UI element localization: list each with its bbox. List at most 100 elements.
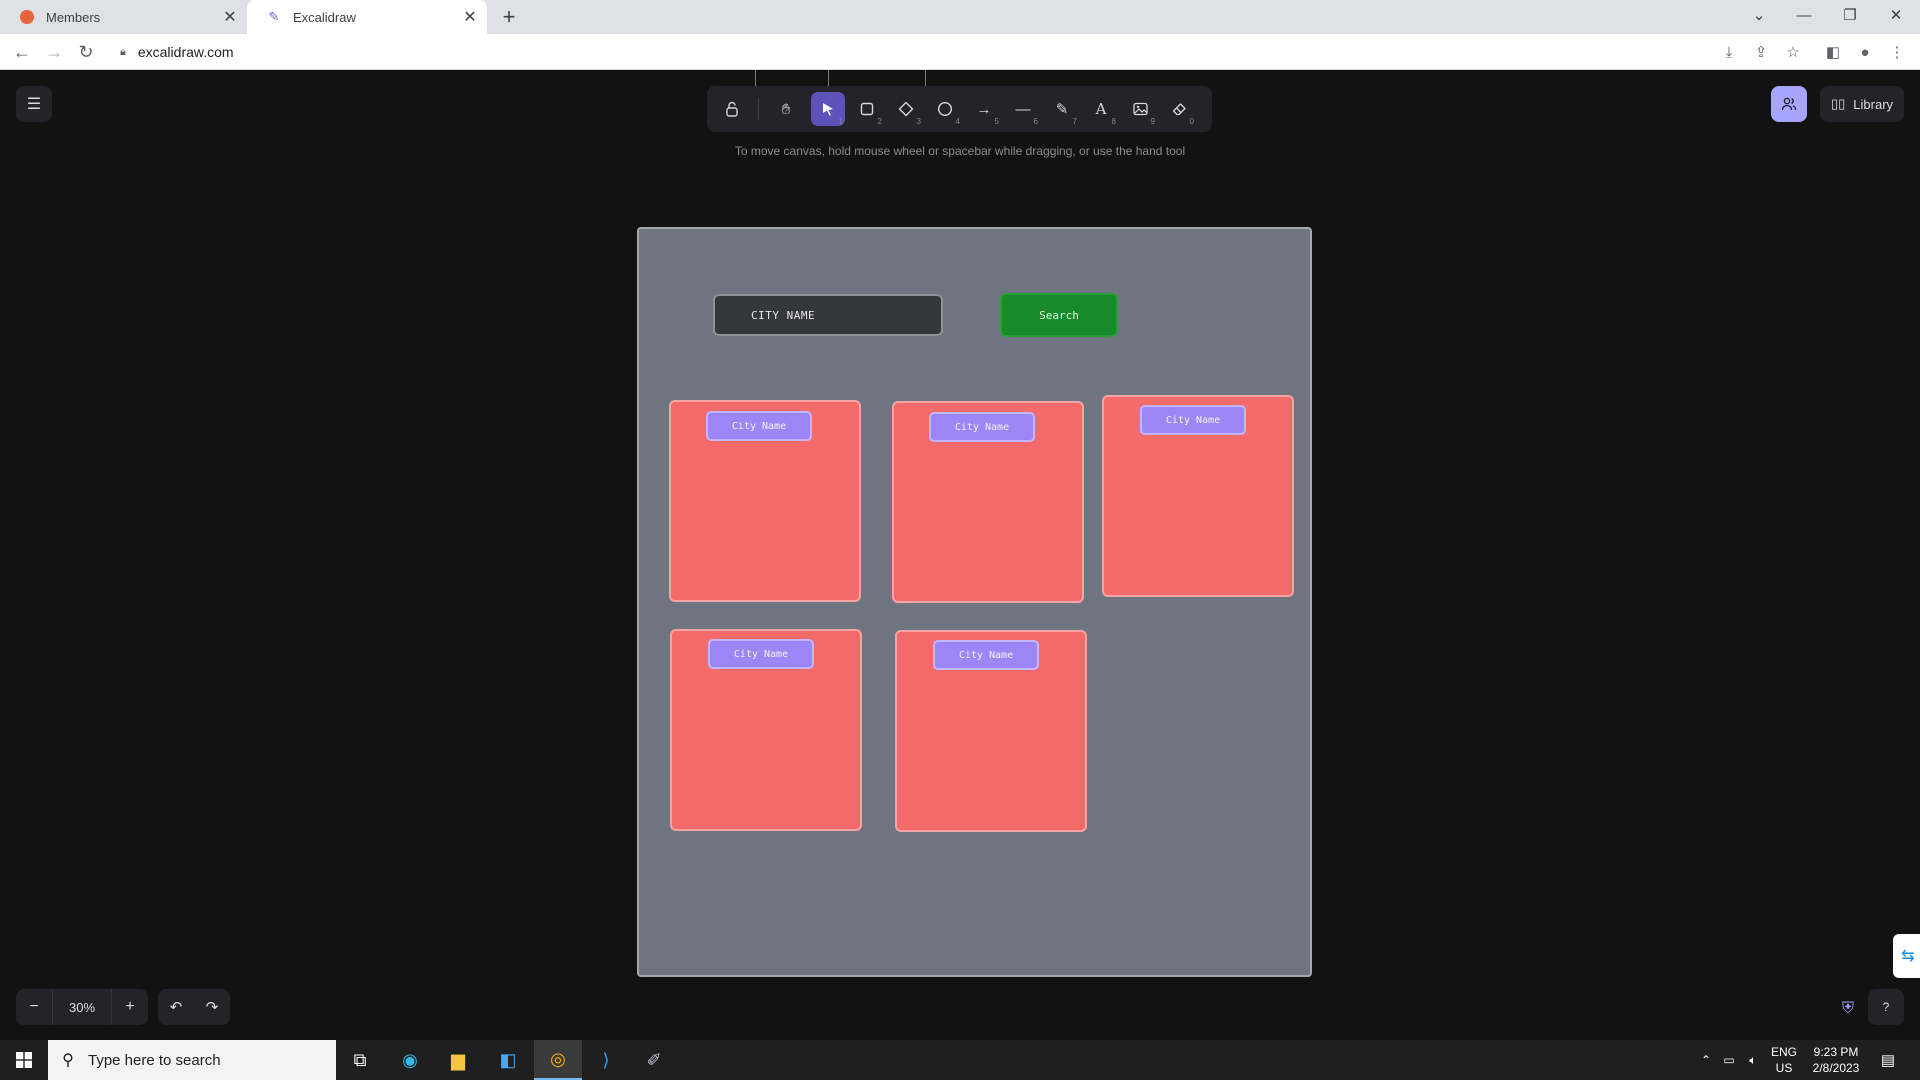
zoom-out-button[interactable]: − <box>16 989 52 1025</box>
store-icon[interactable]: ◧ <box>484 1040 532 1080</box>
close-window-button[interactable]: ✕ <box>1876 0 1916 30</box>
tool-lock[interactable] <box>715 92 749 126</box>
tool-hand[interactable]: ✋︎ <box>769 92 803 126</box>
file-explorer-icon[interactable]: ▆ <box>434 1040 482 1080</box>
pencil-icon: ✎ <box>1055 101 1069 118</box>
tray-chevron-icon[interactable]: ⌃ <box>1696 1040 1716 1080</box>
tool-shortcut: 6 <box>1033 117 1038 126</box>
canvas-line <box>925 70 926 86</box>
canvas-hint: To move canvas, hold mouse wheel or spac… <box>734 144 1186 158</box>
canvas-line <box>828 70 829 86</box>
zoom-in-button[interactable]: + <box>112 989 148 1025</box>
tab-search-chevron-icon[interactable]: ⌄ <box>1739 0 1779 30</box>
clock-date: 2/8/2023 <box>1812 1061 1860 1075</box>
tool-shortcut: 7 <box>1072 117 1077 126</box>
tool-shortcut: 5 <box>994 117 999 126</box>
url-text: excalidraw.com <box>137 44 234 60</box>
lang-code: ENG <box>1770 1045 1797 1059</box>
install-app-icon[interactable]: ⤓ <box>1716 40 1742 64</box>
lock-icon[interactable]: 🔒︎ <box>120 46 126 59</box>
profile-avatar-icon[interactable]: ● <box>1852 40 1878 64</box>
paint-app-icon[interactable]: ✐ <box>630 1040 678 1080</box>
tool-shortcut: 8 <box>1111 117 1116 126</box>
tab-excalidraw[interactable]: ✎ Excalidraw ✕ <box>247 0 487 34</box>
taskbar-clock[interactable]: 9:23 PM 2/8/2023 <box>1806 1043 1866 1077</box>
encryption-shield-icon[interactable]: ⛨ <box>1834 995 1862 1023</box>
tool-shortcut: 0 <box>1189 117 1194 126</box>
tool-rectangle[interactable]: 2 <box>850 92 884 126</box>
tool-arrow[interactable]: → 5 <box>967 92 1001 127</box>
toolbar-divider <box>758 98 759 120</box>
tab-members[interactable]: Members ✕ <box>0 0 247 34</box>
search-button-shape[interactable]: Search <box>1000 293 1118 337</box>
address-bar[interactable]: 🔒︎ excalidraw.com <box>108 38 1708 66</box>
tool-shortcut: 1 <box>838 117 843 126</box>
network-icon[interactable]: ▭ <box>1718 1040 1740 1080</box>
tool-diamond[interactable]: 3 <box>889 92 923 126</box>
lock-icon <box>726 101 738 117</box>
back-button[interactable]: ← <box>8 38 36 66</box>
zoom-reset-button[interactable]: 30% <box>52 989 112 1025</box>
city-card-label[interactable]: City Name <box>933 640 1039 670</box>
notifications-icon[interactable]: ▤ <box>1872 1040 1904 1080</box>
taskbar-search-box[interactable]: ⚲ Type here to search <box>48 1040 336 1080</box>
chrome-menu-icon[interactable]: ⋮ <box>1884 40 1910 64</box>
users-icon <box>1781 97 1797 111</box>
close-tab-icon[interactable]: ✕ <box>219 6 241 28</box>
chrome-icon[interactable]: ◎ <box>534 1040 582 1080</box>
collaborate-button[interactable] <box>1771 86 1807 122</box>
teamviewer-widget-icon[interactable]: ⇆ <box>1893 934 1920 978</box>
tool-eraser[interactable]: 0 <box>1162 92 1196 126</box>
city-card-label[interactable]: City Name <box>708 639 814 669</box>
vscode-icon[interactable]: ⟩ <box>582 1040 630 1080</box>
share-icon[interactable]: ⇪ <box>1748 40 1774 64</box>
image-icon <box>1132 102 1148 116</box>
hamburger-icon: ☰ <box>26 96 42 113</box>
tool-line[interactable]: — 6 <box>1006 92 1040 127</box>
city-card-label[interactable]: City Name <box>706 411 812 441</box>
tab-title: Excalidraw <box>293 9 356 25</box>
volume-icon[interactable]: 🔈︎ <box>1742 1040 1764 1080</box>
search-icon: ⚲ <box>62 1052 74 1069</box>
task-view-icon[interactable]: ⧉ <box>336 1040 384 1080</box>
restore-button[interactable]: ❐ <box>1830 0 1870 30</box>
shapes-toolbar: ✋︎ 1 2 3 4 → 5 — 6 ✎ 7 A 8 9 0 <box>707 86 1212 132</box>
tool-text[interactable]: A 8 <box>1084 92 1118 126</box>
canvas-line <box>755 70 756 86</box>
diamond-icon <box>898 101 914 117</box>
eraser-icon <box>1172 103 1186 116</box>
tool-ellipse[interactable]: 4 <box>928 92 962 126</box>
help-button[interactable]: ? <box>1868 989 1904 1025</box>
pointer-icon <box>823 103 833 116</box>
side-panel-icon[interactable]: ◧ <box>1820 40 1846 64</box>
forward-button[interactable]: → <box>40 38 68 66</box>
edge-icon[interactable]: ◉ <box>386 1040 434 1080</box>
bookmark-star-icon[interactable]: ☆ <box>1780 40 1806 64</box>
city-card-label[interactable]: City Name <box>1140 405 1246 435</box>
tool-shortcut: 4 <box>955 117 960 126</box>
tool-selection[interactable]: 1 <box>811 92 845 126</box>
language-indicator[interactable]: ENG US <box>1768 1043 1800 1077</box>
tool-image[interactable]: 9 <box>1123 92 1157 126</box>
members-favicon-icon <box>20 10 34 24</box>
taskbar-search-placeholder: Type here to search <box>88 1051 221 1069</box>
reload-button[interactable]: ↻ <box>72 38 100 66</box>
city-name-input-shape[interactable]: CITY NAME <box>713 294 943 336</box>
zoom-controls: − 30% + <box>16 989 148 1025</box>
line-icon: — <box>1015 100 1031 118</box>
hand-icon: ✋︎ <box>781 100 791 118</box>
new-tab-button[interactable]: + <box>497 4 521 29</box>
redo-button[interactable]: ↷ <box>194 989 230 1025</box>
close-tab-icon[interactable]: ✕ <box>459 6 481 28</box>
tool-draw[interactable]: ✎ 7 <box>1045 92 1079 126</box>
library-button[interactable]: ▯▯ Library <box>1820 86 1904 122</box>
tab-title: Members <box>46 9 101 25</box>
minimize-button[interactable]: — <box>1784 0 1824 30</box>
start-button[interactable] <box>0 1040 48 1080</box>
undo-button[interactable]: ↶ <box>158 989 194 1025</box>
excalidraw-app[interactable]: ☰ ✋︎ 1 2 3 4 → 5 — 6 ✎ 7 A 8 9 0 To move… <box>0 70 1920 1040</box>
city-card-label[interactable]: City Name <box>929 412 1035 442</box>
clock-time: 9:23 PM <box>1813 1045 1859 1059</box>
main-menu-button[interactable]: ☰ <box>16 86 52 122</box>
windows-taskbar: ⚲ Type here to search ⧉ ◉ ▆ ◧ ◎ ⟩ ✐ ⌃ ▭ … <box>0 1040 1920 1080</box>
